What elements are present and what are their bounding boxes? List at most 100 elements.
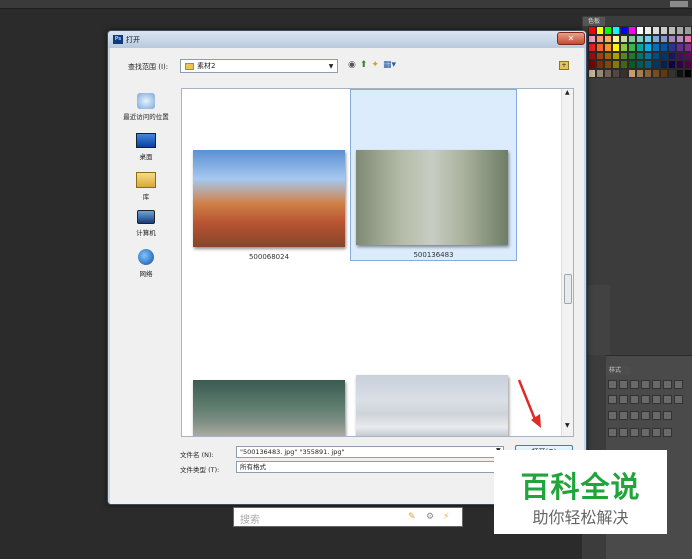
- color-swatch[interactable]: [676, 51, 684, 61]
- color-swatch[interactable]: [676, 60, 684, 69]
- color-swatch[interactable]: [668, 26, 676, 35]
- color-swatch[interactable]: [628, 34, 636, 44]
- color-swatch[interactable]: [668, 34, 676, 44]
- color-swatch[interactable]: [684, 68, 692, 78]
- file-name-input[interactable]: "500136483. jpg" "355891. jpg": [236, 446, 504, 458]
- adjustment-icons-row-1[interactable]: [608, 380, 683, 390]
- color-swatch[interactable]: [636, 60, 644, 69]
- color-swatch[interactable]: [684, 34, 692, 44]
- color-swatch[interactable]: [636, 26, 644, 35]
- color-swatch[interactable]: [620, 26, 628, 35]
- color-swatch[interactable]: [620, 34, 628, 44]
- host-minimize-box[interactable]: [670, 1, 688, 7]
- color-swatch[interactable]: [644, 51, 652, 61]
- color-swatch[interactable]: [652, 68, 660, 78]
- color-swatch[interactable]: [652, 60, 660, 69]
- color-swatch[interactable]: [660, 34, 668, 44]
- scrollbar-thumb[interactable]: [564, 274, 572, 304]
- color-swatch[interactable]: [668, 51, 676, 61]
- adjustment-icons-row-2[interactable]: [608, 395, 683, 405]
- color-swatch[interactable]: [652, 51, 660, 61]
- place-computer[interactable]: 计算机: [116, 210, 176, 237]
- color-swatch[interactable]: [644, 34, 652, 44]
- place-recent[interactable]: 最近访问的位置: [116, 93, 176, 121]
- host-search-bar[interactable]: 搜索 ✎ ⚙ ⚡: [233, 507, 463, 527]
- vertical-scrollbar[interactable]: ▲ ▼: [561, 89, 573, 436]
- color-swatch[interactable]: [628, 68, 636, 78]
- color-swatch[interactable]: [612, 34, 620, 44]
- dialog-titlebar[interactable]: Ps 打开 ✕: [108, 31, 586, 48]
- color-swatch[interactable]: [620, 68, 628, 78]
- color-swatch[interactable]: [596, 60, 604, 69]
- color-swatch[interactable]: [668, 60, 676, 69]
- color-swatch[interactable]: [668, 43, 676, 52]
- color-swatch[interactable]: [596, 43, 604, 52]
- settings-icon[interactable]: ⚙: [426, 512, 434, 522]
- file-type-dropdown[interactable]: 所有格式: [236, 461, 504, 473]
- color-swatch[interactable]: [620, 51, 628, 61]
- color-swatch[interactable]: [604, 68, 612, 78]
- color-swatch[interactable]: [612, 68, 620, 78]
- color-swatch[interactable]: [588, 51, 596, 61]
- color-swatch[interactable]: [604, 51, 612, 61]
- color-swatch[interactable]: [612, 60, 620, 69]
- color-swatch[interactable]: [644, 26, 652, 35]
- color-swatch[interactable]: [652, 34, 660, 44]
- color-swatch[interactable]: [612, 26, 620, 35]
- place-network[interactable]: 网络: [116, 249, 176, 278]
- file-list[interactable]: 500068024 500136483 ▲ ▼: [181, 88, 574, 437]
- color-swatch[interactable]: [588, 68, 596, 78]
- color-swatch[interactable]: [660, 26, 668, 35]
- color-swatch[interactable]: [604, 26, 612, 35]
- color-swatch[interactable]: [588, 43, 596, 52]
- color-swatch[interactable]: [628, 51, 636, 61]
- styles-panel-tab[interactable]: 样式: [606, 366, 630, 375]
- color-swatch[interactable]: [620, 60, 628, 69]
- color-swatch[interactable]: [620, 43, 628, 52]
- adjustment-icons-row-4[interactable]: [608, 428, 672, 438]
- new-folder-icon[interactable]: ✦: [371, 60, 379, 71]
- color-swatch[interactable]: [604, 34, 612, 44]
- color-swatch[interactable]: [596, 26, 604, 35]
- color-swatch[interactable]: [676, 68, 684, 78]
- swatches-grid[interactable]: [588, 26, 692, 78]
- file-thumbnail[interactable]: [189, 375, 349, 436]
- color-swatch[interactable]: [644, 60, 652, 69]
- bolt-icon[interactable]: ⚡: [443, 512, 449, 522]
- color-swatch[interactable]: [636, 51, 644, 61]
- file-thumbnail-selected[interactable]: 500136483: [350, 89, 517, 261]
- color-swatch[interactable]: [628, 26, 636, 35]
- color-swatch[interactable]: [676, 43, 684, 52]
- color-swatch[interactable]: [676, 26, 684, 35]
- scroll-up-icon[interactable]: ▲: [565, 89, 570, 96]
- color-swatch[interactable]: [644, 68, 652, 78]
- chevron-down-icon[interactable]: ▼: [325, 63, 337, 70]
- back-icon[interactable]: ◉: [348, 60, 356, 71]
- color-swatch[interactable]: [684, 51, 692, 61]
- pencil-icon[interactable]: ✎: [408, 512, 416, 522]
- color-swatch[interactable]: [636, 68, 644, 78]
- swatches-panel-tab[interactable]: 色板: [583, 17, 605, 26]
- color-swatch[interactable]: [676, 34, 684, 44]
- color-swatch[interactable]: [612, 51, 620, 61]
- color-swatch[interactable]: [660, 60, 668, 69]
- color-swatch[interactable]: [588, 60, 596, 69]
- color-swatch[interactable]: [684, 60, 692, 69]
- place-libraries[interactable]: 库: [116, 172, 176, 201]
- color-swatch[interactable]: [636, 34, 644, 44]
- color-swatch[interactable]: [604, 43, 612, 52]
- color-swatch[interactable]: [628, 60, 636, 69]
- color-swatch[interactable]: [636, 43, 644, 52]
- create-folder-icon[interactable]: +: [559, 61, 569, 70]
- color-swatch[interactable]: [604, 60, 612, 69]
- adjustment-icons-row-3[interactable]: [608, 411, 672, 421]
- color-swatch[interactable]: [628, 43, 636, 52]
- place-desktop[interactable]: 桌面: [116, 133, 176, 161]
- color-swatch[interactable]: [612, 43, 620, 52]
- color-swatch[interactable]: [652, 43, 660, 52]
- file-thumbnail[interactable]: [354, 371, 514, 436]
- color-swatch[interactable]: [660, 43, 668, 52]
- scroll-down-icon[interactable]: ▼: [565, 422, 570, 429]
- file-thumbnail[interactable]: 500068024: [189, 144, 349, 264]
- color-swatch[interactable]: [644, 43, 652, 52]
